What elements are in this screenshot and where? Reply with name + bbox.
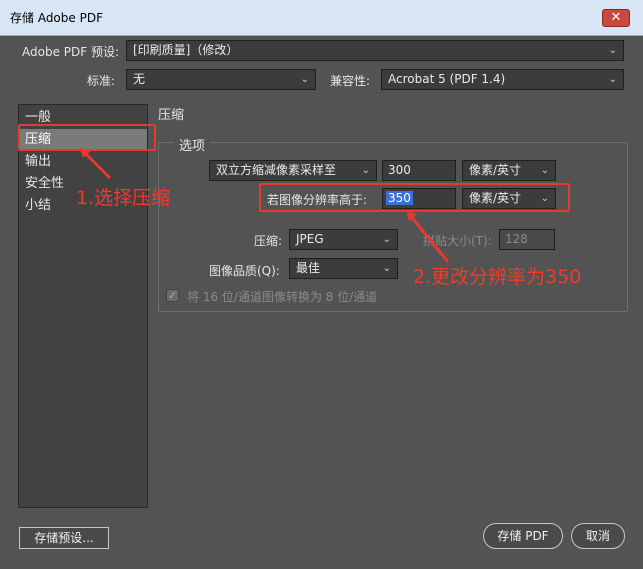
annotation-step2: 2.更改分辨率为350: [413, 266, 582, 288]
annotation-step1: 1.选择压缩: [76, 187, 171, 209]
annotation-arrow-2: [408, 214, 450, 263]
annotation-arrow-1: [81, 149, 112, 180]
